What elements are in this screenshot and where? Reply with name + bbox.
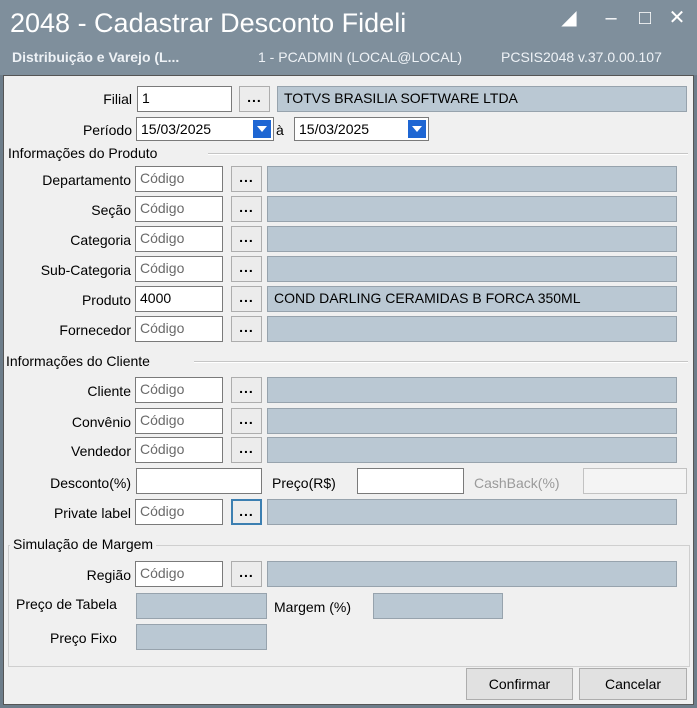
fornecedor-name-field [267,316,677,342]
regiao-name-field [267,561,677,587]
vendedor-code-input[interactable]: Código [135,437,223,463]
periodo-label: Período [82,122,132,138]
dropdown-arrow-icon[interactable] [253,120,271,138]
produto-lookup-button[interactable]: ... [231,286,262,312]
private-label-lookup-button[interactable]: ... [231,499,262,525]
secao-name-field [267,196,677,222]
convenio-lookup-button[interactable]: ... [231,408,262,434]
categoria-code-input[interactable]: Código [135,226,223,252]
subcategoria-code-input[interactable]: Código [135,256,223,282]
desconto-input[interactable] [136,468,262,494]
secao-lookup-button[interactable]: ... [231,196,262,222]
private-label-label: Private label [53,505,131,521]
user-info: 1 - PCADMIN (LOCAL@LOCAL) [258,49,463,65]
periodo-from-date[interactable]: 15/03/2025 [136,117,274,141]
private-label-code-input[interactable]: Código [135,499,223,525]
cliente-code-input[interactable]: Código [135,377,223,403]
dropdown-arrow-icon[interactable] [408,120,426,138]
section-divider [208,153,688,155]
private-label-name-field [267,499,677,525]
periodo-connector: à [276,122,284,138]
produto-section-title: Informações do Produto [8,145,158,161]
convenio-name-field [267,408,677,434]
departamento-lookup-button[interactable]: ... [231,166,262,192]
preco-tabela-label: Preço de Tabela [16,596,117,612]
periodo-from-value: 15/03/2025 [141,121,212,137]
periodo-to-date[interactable]: 15/03/2025 [294,117,429,141]
cliente-label: Cliente [87,383,131,399]
restore-icon[interactable]: ◢ [556,6,582,30]
margem-label: Margem (%) [274,599,352,615]
categoria-name-field [267,226,677,252]
preco-fixo-label: Preço Fixo [50,630,117,646]
simulacao-title: Simulação de Margem [10,536,157,552]
subcategoria-lookup-button[interactable]: ... [231,256,262,282]
convenio-code-input[interactable]: Código [135,408,223,434]
vendedor-lookup-button[interactable]: ... [231,437,262,463]
title-bar[interactable]: 2048 - Cadastrar Desconto Fideli Distrib… [0,0,697,75]
preco-input[interactable] [357,468,464,494]
cashback-input [583,468,687,494]
vendedor-name-field [267,437,677,463]
filial-name-field: TOTVS BRASILIA SOFTWARE LTDA [277,86,687,112]
preco-tabela-field [136,593,267,619]
departamento-label: Departamento [42,172,131,188]
program-info: PCSIS2048 v.37.0.00.107 [501,49,662,65]
preco-fixo-field [136,624,267,650]
cliente-lookup-button[interactable]: ... [231,377,262,403]
vendedor-label: Vendedor [71,443,131,459]
departamento-code-input[interactable]: Código [135,166,223,192]
produto-name-field: COND DARLING CERAMIDAS B FORCA 350ML [267,286,677,312]
departamento-name-field [267,166,677,192]
regiao-label: Região [86,567,131,583]
window-title: 2048 - Cadastrar Desconto Fideli [10,8,407,38]
produto-label: Produto [81,292,131,308]
cliente-name-field [267,377,677,403]
cancel-button[interactable]: Cancelar [579,668,687,700]
filial-code-input[interactable]: 1 [137,86,232,112]
fornecedor-lookup-button[interactable]: ... [231,316,262,342]
subcategoria-label: Sub-Categoria [40,262,131,278]
produto-code-input[interactable]: 4000 [135,286,223,312]
window-subtitle: Distribuição e Varejo (L... [12,49,180,65]
margem-field [373,593,503,619]
filial-lookup-button[interactable]: ... [239,86,270,112]
categoria-lookup-button[interactable]: ... [231,226,262,252]
minimize-icon[interactable]: – [598,6,624,30]
section-divider [194,361,688,363]
cashback-label: CashBack(%) [474,475,560,491]
regiao-lookup-button[interactable]: ... [231,561,262,587]
categoria-label: Categoria [70,232,131,248]
cliente-section-title: Informações do Cliente [6,353,150,369]
desconto-label: Desconto(%) [50,475,131,491]
convenio-label: Convênio [71,414,131,430]
preco-label: Preço(R$) [272,475,336,491]
fornecedor-label: Fornecedor [59,322,131,338]
secao-label: Seção [91,202,131,218]
periodo-to-value: 15/03/2025 [299,121,370,137]
subcategoria-name-field [267,256,677,282]
filial-label: Filial [103,91,132,107]
close-icon[interactable]: ✕ [664,6,690,30]
regiao-code-input[interactable]: Código [135,561,223,587]
fornecedor-code-input[interactable]: Código [135,316,223,342]
confirm-button[interactable]: Confirmar [466,668,573,700]
secao-code-input[interactable]: Código [135,196,223,222]
maximize-icon[interactable]: □ [632,6,658,30]
form-body: Filial 1 ... TOTVS BRASILIA SOFTWARE LTD… [3,75,694,705]
